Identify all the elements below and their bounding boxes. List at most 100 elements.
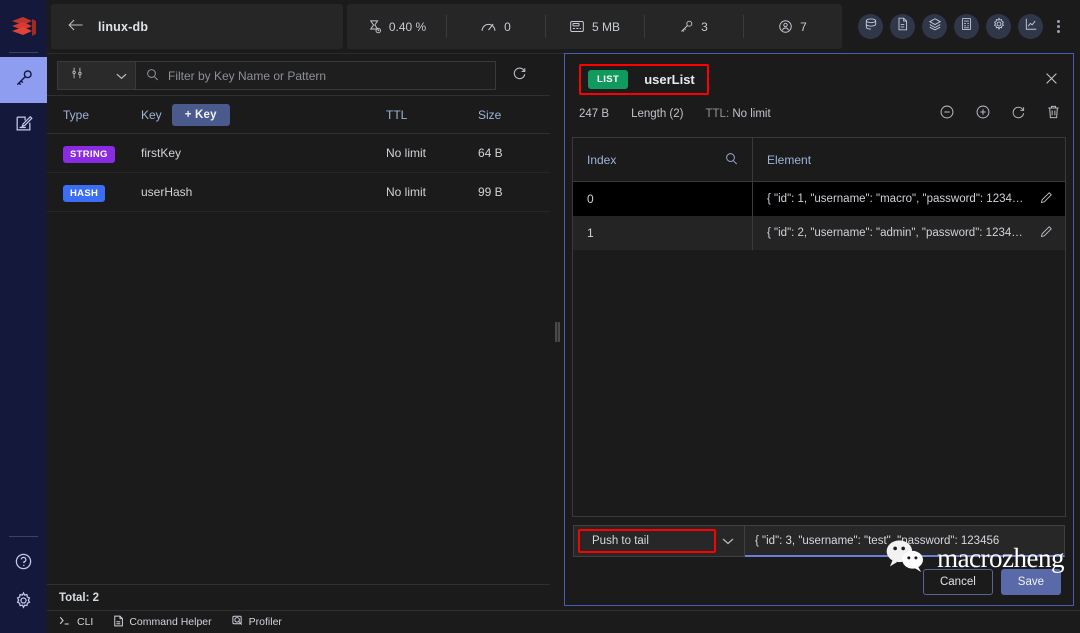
keys-filter-row: Filter by Key Name or Pattern [47,54,550,95]
key-details-title-row: LIST userList [579,64,1061,95]
gear-icon [992,17,1006,36]
keys-search-input[interactable]: Filter by Key Name or Pattern [168,69,326,83]
add-element-actions: Cancel Save [565,557,1073,605]
metric-cpu[interactable]: 0.40 % [347,4,446,49]
search-icon[interactable] [725,152,738,168]
key-name-cell: firstKey [141,146,182,160]
element-value-cell: { "id": 1, "username": "macro", "passwor… [753,182,1065,216]
pencil-icon[interactable] [1039,191,1053,208]
grid-icon [960,17,973,36]
metric-memory-value: 5 MB [591,19,620,34]
keys-browser-panel: Filter by Key Name or Pattern Type Key +… [47,53,550,610]
add-key-button[interactable]: + Key [171,103,230,126]
keys-table-header: Type Key + Key TTL Size [47,95,550,134]
keys-refresh-button[interactable] [496,66,542,86]
table-row[interactable]: HASH userHash No limit 99 B [47,173,550,212]
document-icon [896,17,909,36]
metric-commands[interactable]: 0 [446,4,545,49]
resize-grip-icon [555,322,560,342]
chevron-down-icon [116,67,127,85]
memory-icon [569,19,585,34]
chevron-down-icon [722,532,734,550]
keys-total-label: Total: 2 [47,584,550,610]
sidebar-item-workbench[interactable] [0,103,47,149]
cpu-icon [367,19,382,34]
save-button[interactable]: Save [1000,569,1061,595]
main-area: linux-db 0.40 % 0 5 MB 3 7 Filter by Key… [47,0,1080,633]
help-circle-icon [14,552,33,576]
tool-overview-button[interactable] [858,14,883,39]
key-ttl-value: No limit [732,107,771,120]
column-header-index: Index [573,138,753,181]
key-icon [14,68,34,93]
column-header-index-label: Index [587,152,617,167]
kebab-menu-icon[interactable] [1050,20,1066,33]
column-header-key-label: Key [141,107,162,122]
element-value-input[interactable]: { "id": 3, "username": "test", "password… [745,525,1065,557]
rail-divider-bottom [9,536,38,537]
column-header-type: Type [63,107,90,122]
cancel-button[interactable]: Cancel [922,569,993,595]
tool-analytics-button[interactable] [1018,14,1043,39]
minus-circle-icon[interactable] [939,104,955,123]
column-header-element: Element [767,152,812,167]
metric-keys[interactable]: 3 [644,4,743,49]
bottom-bar: CLI Command Helper Profiler [47,610,1080,633]
document-icon [113,615,124,630]
metrics-bar: 0.40 % 0 5 MB 3 7 [347,4,842,49]
column-header-ttl: TTL [386,107,408,122]
plus-circle-icon[interactable] [975,104,991,123]
tool-tutorials-button[interactable] [922,14,947,39]
redis-logo-icon [10,12,38,44]
status-badge: HASH [63,185,106,202]
layers-icon [928,17,942,36]
tool-docs-button[interactable] [890,14,915,39]
sidebar-item-help[interactable] [0,541,47,587]
key-size-cell: 64 B [478,146,503,160]
key-size: 247 B [579,107,610,120]
push-destination-value: Push to tail [592,535,649,547]
terminal-icon [59,615,72,629]
edit-note-icon [14,114,33,138]
pencil-icon[interactable] [1039,225,1053,242]
panel-resize-handle[interactable] [550,53,564,610]
sidebar-item-browser[interactable] [0,57,47,103]
trash-icon[interactable] [1046,104,1061,123]
profiler-button[interactable]: Profiler [232,615,282,630]
element-index: 1 [573,216,753,250]
column-header-key: Key + Key [141,103,386,126]
key-ttl-cell: No limit [386,185,427,199]
database-tab[interactable]: linux-db [51,4,343,49]
cli-label: CLI [77,616,94,628]
push-destination-select[interactable]: Push to tail [573,525,745,557]
refresh-icon[interactable] [1011,105,1026,123]
key-icon [679,19,694,34]
search-icon [146,68,159,84]
element-value: { "id": 1, "username": "macro", "passwor… [767,193,1024,205]
key-type-filter-button[interactable] [57,61,135,90]
keys-search-box[interactable]: Filter by Key Name or Pattern [135,61,496,90]
list-item[interactable]: 1 { "id": 2, "username": "admin", "passw… [573,216,1065,250]
tool-settings-button[interactable] [986,14,1011,39]
metric-clients[interactable]: 7 [743,4,842,49]
list-item[interactable]: 0 { "id": 1, "username": "macro", "passw… [573,182,1065,216]
chart-icon [1024,17,1038,36]
element-value-cell: { "id": 2, "username": "admin", "passwor… [753,216,1065,250]
key-title-highlight-box: LIST userList [579,64,709,95]
metric-memory[interactable]: 5 MB [545,4,644,49]
arrow-left-icon[interactable] [67,18,84,35]
key-details-header: LIST userList 247 B Length (2) TTL: No l… [565,54,1073,131]
database-name: linux-db [98,19,149,34]
sidebar-item-settings[interactable] [0,587,47,633]
user-icon [778,19,793,34]
close-icon[interactable] [1044,71,1061,89]
metric-cpu-value: 0.40 % [388,19,427,34]
cli-button[interactable]: CLI [59,615,93,629]
table-row[interactable]: STRING firstKey No limit 64 B [47,134,550,173]
gear-icon [14,591,33,615]
value-table-header: Index Element [573,138,1065,182]
tool-calculator-button[interactable] [954,14,979,39]
key-type-cell: STRING [63,146,141,163]
command-helper-button[interactable]: Command Helper [113,615,212,630]
top-header: linux-db 0.40 % 0 5 MB 3 7 [47,0,1080,53]
